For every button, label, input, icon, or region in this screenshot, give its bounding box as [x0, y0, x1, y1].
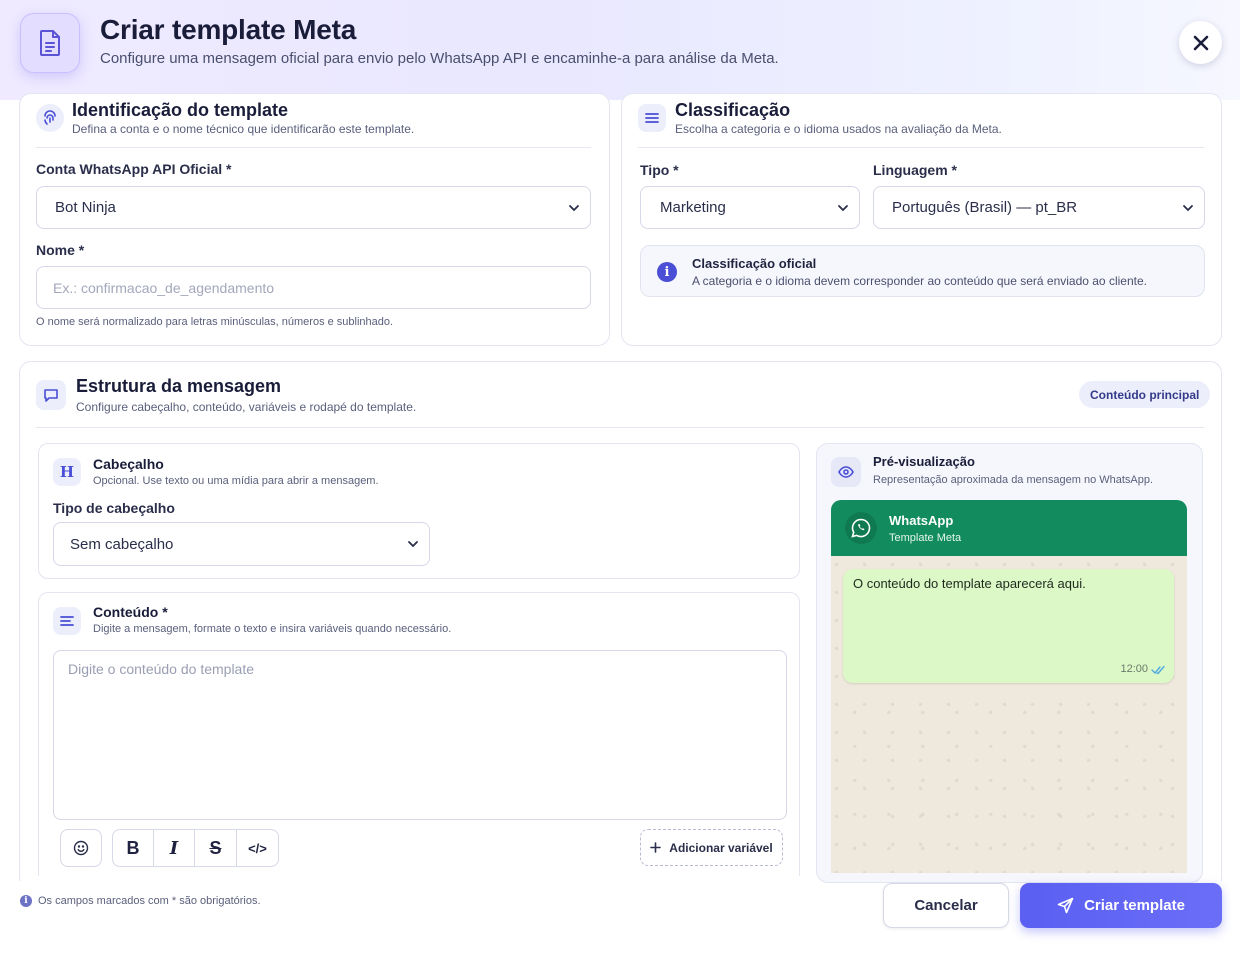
modal-header: Criar template Meta Configure uma mensag…: [0, 0, 1240, 100]
chevron-down-icon: [1183, 205, 1193, 212]
strike-button[interactable]: S: [194, 829, 237, 867]
message-time: 12:00: [1120, 663, 1148, 675]
bold-button[interactable]: B: [112, 829, 154, 867]
info-title: Classificação oficial: [692, 256, 817, 271]
header-section-title: Cabeçalho: [93, 456, 164, 472]
code-button[interactable]: </>: [236, 829, 279, 867]
content-section-title: Conteúdo *: [93, 604, 168, 620]
content-section-subtitle: Digite a mensagem, formate o texto e ins…: [93, 623, 452, 635]
whatsapp-icon: [845, 512, 877, 544]
smiley-icon: [73, 840, 89, 856]
page-title: Criar template Meta: [100, 14, 357, 45]
italic-button[interactable]: I: [153, 829, 195, 867]
divider: [36, 147, 591, 148]
header-type-value: Sem cabeçalho: [70, 535, 174, 553]
divider: [36, 427, 1204, 428]
required-note: i Os campos marcados com * são obrigatór…: [20, 895, 261, 907]
add-variable-label: Adicionar variável: [669, 840, 773, 855]
add-variable-button[interactable]: Adicionar variável: [640, 829, 783, 866]
required-note-text: Os campos marcados com * são obrigatório…: [38, 895, 261, 907]
type-select-value: Marketing: [660, 199, 726, 216]
name-input[interactable]: [36, 266, 591, 309]
send-icon: [1057, 897, 1074, 914]
close-button[interactable]: [1179, 21, 1222, 64]
structure-title: Estrutura da mensagem: [76, 376, 282, 396]
preview-subtitle: Representação aproximada da mensagem no …: [873, 474, 1154, 486]
plus-icon: [650, 842, 662, 853]
cancel-button[interactable]: Cancelar: [883, 883, 1009, 928]
classification-title: Classificação: [675, 100, 791, 120]
message-bubble: O conteúdo do template aparecerá aqui. 1…: [843, 569, 1174, 683]
account-select-value: Bot Ninja: [55, 199, 116, 216]
info-icon: i: [20, 895, 32, 907]
account-select[interactable]: Bot Ninja: [36, 186, 591, 229]
code-label: </>: [248, 840, 267, 856]
close-icon: [1193, 35, 1208, 50]
chat-subtitle: Template Meta: [889, 532, 962, 544]
message-square-icon: [36, 380, 66, 410]
language-label: Linguagem *: [873, 162, 958, 178]
whatsapp-header: WhatsApp Template Meta: [831, 500, 1187, 556]
name-hint: O nome será normalizado para letras minú…: [36, 316, 394, 328]
strike-label: S: [209, 837, 222, 858]
language-select[interactable]: Português (Brasil) — pt_BR: [873, 186, 1205, 229]
chevron-down-icon: [569, 205, 579, 212]
document-icon: [20, 13, 80, 73]
info-icon: i: [657, 262, 677, 282]
structure-subtitle: Configure cabeçalho, conteúdo, variáveis…: [76, 400, 417, 414]
preview-title: Pré-visualização: [873, 454, 975, 469]
chevron-down-icon: [408, 541, 418, 548]
italic-label: I: [169, 837, 179, 859]
header-type-label: Tipo de cabeçalho: [53, 500, 175, 516]
fingerprint-icon: [36, 104, 64, 132]
name-label: Nome *: [36, 242, 85, 258]
header-section-subtitle: Opcional. Use texto ou uma mídia para ab…: [93, 475, 379, 487]
account-label: Conta WhatsApp API Oficial *: [36, 161, 232, 177]
type-label: Tipo *: [640, 162, 679, 178]
double-check-icon: [1151, 665, 1165, 675]
classification-info-box: i Classificação oficial A categoria e o …: [640, 245, 1205, 297]
emoji-button[interactable]: [60, 829, 102, 867]
create-template-label: Criar template: [1084, 897, 1185, 914]
type-select[interactable]: Marketing: [640, 186, 860, 229]
chat-name: WhatsApp: [889, 513, 954, 528]
eye-icon: [831, 457, 861, 487]
identification-title: Identificação do template: [72, 100, 289, 120]
sliders-icon: [638, 104, 666, 132]
identification-subtitle: Defina a conta e o nome técnico que iden…: [72, 122, 415, 136]
chevron-down-icon: [838, 205, 848, 212]
create-template-button[interactable]: Criar template: [1020, 883, 1222, 928]
bold-label: B: [126, 837, 140, 858]
classification-subtitle: Escolha a categoria e o idioma usados na…: [675, 122, 1002, 136]
content-badge: Conteúdo principal: [1079, 381, 1211, 408]
divider: [638, 147, 1204, 148]
info-text: A categoria e o idioma devem corresponde…: [692, 274, 1147, 288]
align-left-icon: [53, 607, 81, 635]
heading-h-icon: H: [53, 458, 81, 486]
header-type-select[interactable]: Sem cabeçalho: [53, 522, 430, 566]
page-subtitle: Configure uma mensagem oficial para envi…: [100, 50, 779, 67]
language-select-value: Português (Brasil) — pt_BR: [892, 199, 1078, 216]
content-textarea[interactable]: [53, 650, 787, 820]
message-text: O conteúdo do template aparecerá aqui.: [853, 576, 1086, 591]
